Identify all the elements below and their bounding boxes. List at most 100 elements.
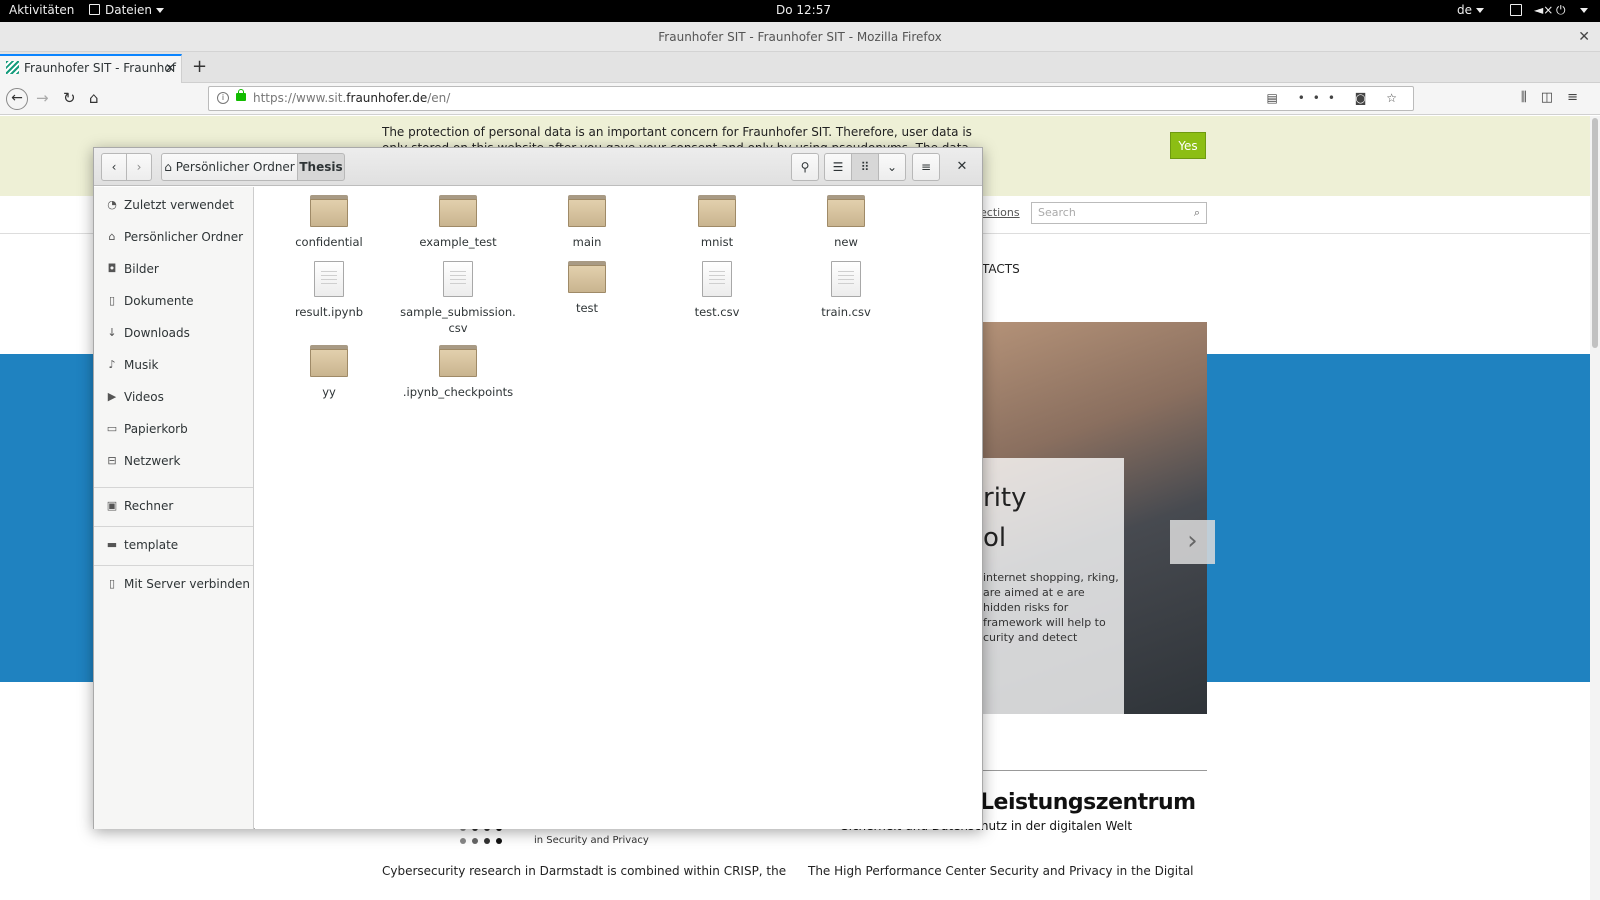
- folder-icon: [310, 195, 348, 227]
- folder-item[interactable]: confidential: [269, 195, 389, 250]
- sidebar-separator: [94, 565, 253, 566]
- sidebar-item-netzwerk[interactable]: ⊟ Netzwerk: [94, 449, 253, 473]
- file-grid: confidential example_test main mnist new resu…: [255, 187, 982, 829]
- home-icon[interactable]: ⌂: [89, 89, 99, 107]
- sidebar-item-downloads[interactable]: ↓ Downloads: [94, 321, 253, 345]
- file-item[interactable]: test.csv: [657, 261, 777, 320]
- url-text[interactable]: https://www.sit.fraunhofer.de/en/: [253, 91, 450, 105]
- list-view-button[interactable]: ☰: [824, 153, 852, 181]
- sidebar-icon[interactable]: ◫: [1541, 90, 1567, 105]
- recent-icon: ◔: [107, 198, 117, 211]
- library-icon[interactable]: ⫼: [1521, 90, 1541, 105]
- window-title: Fraunhofer SIT - Fraunhofer SIT - Mozill…: [658, 30, 942, 44]
- grid-view-button[interactable]: ⠿: [851, 153, 879, 181]
- sidebar-item-dokumente[interactable]: ▯ Dokumente: [94, 289, 253, 313]
- back-icon[interactable]: ←: [6, 88, 28, 110]
- pocket-icon[interactable]: ◙: [1355, 91, 1375, 105]
- file-manager-window: ‹ › ⌂ Persönlicher Ordner Thesis ⚲ ☰ ⠿ ⌄…: [93, 147, 983, 829]
- grid-view-icon: ⠿: [860, 160, 870, 174]
- search-button[interactable]: ⚲: [791, 153, 819, 181]
- back-button[interactable]: ‹: [101, 153, 127, 181]
- folder-item[interactable]: example_test: [398, 195, 518, 250]
- page-scrollbar[interactable]: [1590, 116, 1600, 900]
- system-menu-chevron[interactable]: [1576, 3, 1588, 17]
- clock[interactable]: Do 12:57: [776, 3, 831, 17]
- chevron-down-icon: [1476, 8, 1484, 13]
- toolbar-right-icons: ⫼◫≡: [1521, 90, 1592, 105]
- sidebar-item-bilder[interactable]: ◘ Bilder: [94, 257, 253, 281]
- file-name: result.ipynb: [269, 304, 389, 320]
- new-tab-icon[interactable]: +: [192, 56, 207, 77]
- reader-view-icon[interactable]: ▤: [1267, 91, 1286, 105]
- forward-icon[interactable]: →: [36, 89, 49, 107]
- folder-item[interactable]: .ipynb_checkpoints: [398, 345, 518, 400]
- folder-item[interactable]: new: [786, 195, 906, 250]
- menu-button[interactable]: ≡: [912, 153, 940, 181]
- folder-item[interactable]: test: [527, 261, 647, 316]
- breadcrumb-current[interactable]: Thesis: [297, 153, 345, 181]
- file-name-line: example_test: [419, 235, 497, 249]
- camera-icon: ◘: [107, 262, 117, 275]
- sidebar-item-rechner[interactable]: ▣ Rechner: [94, 494, 253, 518]
- file-item[interactable]: train.csv: [786, 261, 906, 320]
- cookie-yes-button[interactable]: Yes: [1170, 132, 1206, 159]
- forward-button[interactable]: ›: [126, 153, 152, 181]
- sidebar-item-zuletzt-verwendet[interactable]: ◔ Zuletzt verwendet: [94, 193, 253, 217]
- close-icon[interactable]: ✕: [948, 153, 976, 181]
- favicon-icon: [6, 61, 19, 74]
- search-icon[interactable]: ⌕: [1194, 206, 1200, 220]
- volume-icon[interactable]: ◄×: [1534, 3, 1553, 17]
- file-name-line: result.ipynb: [294, 305, 364, 319]
- gnome-top-bar: Aktivitäten Dateien Do 12:57 de ◄× ⏻: [0, 0, 1600, 22]
- site-search-input[interactable]: Search ⌕: [1031, 202, 1207, 224]
- window-icon[interactable]: [1510, 4, 1522, 16]
- folder-item[interactable]: main: [527, 195, 647, 250]
- activities-button[interactable]: Aktivitäten: [9, 3, 74, 17]
- url-bar-actions: ▤ ••• ◙ ☆: [1267, 91, 1405, 105]
- list-view-icon: ☰: [832, 160, 844, 174]
- view-options-button[interactable]: ⌄: [878, 153, 906, 181]
- chevron-left-icon: ‹: [111, 160, 117, 174]
- file-name-line: test.csv: [694, 305, 740, 319]
- sidebar-item-template[interactable]: ▬ template: [94, 533, 253, 557]
- scrollbar-thumb[interactable]: [1592, 118, 1598, 348]
- close-window-icon[interactable]: ✕: [1578, 22, 1590, 52]
- music-icon: ♪: [108, 358, 116, 371]
- sidebar-item-videos[interactable]: ▶ Videos: [94, 385, 253, 409]
- hero-image: rity ol internet shopping, rking, are aim…: [983, 322, 1207, 714]
- sidebar-item-label: Dokumente: [124, 294, 194, 308]
- sidebar-item-persönlicher-ordner[interactable]: ⌂ Persönlicher Ordner: [94, 225, 253, 249]
- app-menu-button[interactable]: Dateien: [89, 3, 165, 17]
- bookmark-star-icon[interactable]: ☆: [1386, 91, 1405, 105]
- sidebar-item-musik[interactable]: ♪ Musik: [94, 353, 253, 377]
- file-manager-headerbar: ‹ › ⌂ Persönlicher Ordner Thesis ⚲ ☰ ⠿ ⌄…: [94, 148, 982, 186]
- more-actions-icon[interactable]: •••: [1298, 91, 1343, 105]
- text-file-icon: [314, 261, 344, 297]
- file-item[interactable]: result.ipynb: [269, 261, 389, 320]
- sidebar-item-papierkorb[interactable]: ▭ Papierkorb: [94, 417, 253, 441]
- computer-icon: ▣: [106, 499, 118, 512]
- file-name: .ipynb_checkpoints: [398, 384, 518, 400]
- nav-link[interactable]: ections: [980, 206, 1020, 219]
- menu-item-contacts[interactable]: TACTS: [982, 262, 1020, 276]
- language-indicator[interactable]: de: [1457, 3, 1484, 17]
- url-bar[interactable]: i https://www.sit.fraunhofer.de/en/ ▤ ••…: [208, 86, 1414, 111]
- folder-icon: [439, 345, 477, 377]
- carousel-next-icon[interactable]: ›: [1170, 520, 1215, 564]
- file-item[interactable]: sample_submission. csv: [398, 261, 518, 336]
- power-icon[interactable]: ⏻: [1556, 3, 1566, 18]
- breadcrumb-home[interactable]: ⌂ Persönlicher Ordner: [161, 153, 298, 181]
- folder-item[interactable]: yy: [269, 345, 389, 400]
- hamburger-menu-icon[interactable]: ≡: [1567, 90, 1592, 105]
- chevron-down-icon: [156, 8, 165, 13]
- site-info-icon[interactable]: i: [217, 92, 229, 104]
- folder-item[interactable]: mnist: [657, 195, 777, 250]
- sidebar-item-mit-server-verbinden[interactable]: ▯ Mit Server verbinden: [94, 572, 253, 596]
- app-menu-label: Dateien: [105, 3, 153, 17]
- close-tab-icon[interactable]: ✕: [165, 61, 175, 75]
- sidebar-item-label: Persönlicher Ordner: [124, 230, 244, 244]
- folder-icon: [827, 195, 865, 227]
- browser-tab[interactable]: Fraunhofer SIT - Fraunhof ✕: [0, 54, 182, 83]
- language-label: de: [1457, 3, 1472, 17]
- reload-icon[interactable]: ↻: [63, 89, 76, 107]
